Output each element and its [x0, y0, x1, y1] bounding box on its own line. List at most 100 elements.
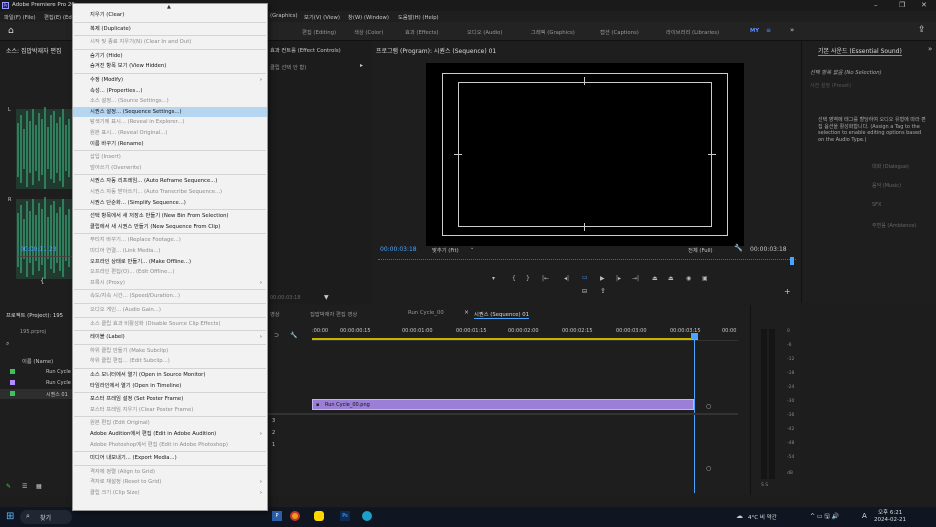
track-mute-icon[interactable]: 1 — [272, 442, 275, 448]
maximize-button[interactable]: ❐ — [899, 1, 905, 9]
work-area-bar[interactable] — [312, 338, 698, 340]
context-menu-item[interactable]: 타임라인에서 열기 (Open in Timeline) — [73, 381, 267, 391]
chrome-icon[interactable] — [290, 511, 300, 521]
effect-controls-title[interactable]: 효과 컨트롤 (Effect Controls) — [270, 46, 341, 54]
menu-edit[interactable]: 편집(E) (Ed — [44, 13, 72, 21]
essential-sound-title[interactable]: 기본 사운드 (Essential Sound) — [818, 46, 902, 56]
workspace-tab-effects[interactable]: 효과 (Effects) — [405, 28, 439, 36]
filter-icon[interactable]: ▼ — [324, 294, 329, 301]
comparison-view-button[interactable]: ▣ — [702, 275, 708, 282]
taskbar-app-icon[interactable]: P — [272, 511, 282, 521]
project-panel-title[interactable]: 프로젝트 (Project): 195 — [6, 311, 63, 319]
add-marker-button[interactable]: ▾ — [492, 275, 495, 282]
track-mute-icon[interactable]: 3 — [272, 418, 275, 424]
clock-time[interactable]: 오후 6:21 — [878, 508, 902, 516]
music-button[interactable]: 음악 (Music) — [872, 182, 901, 189]
kakaotalk-icon[interactable] — [314, 511, 324, 521]
track-divider[interactable] — [268, 413, 738, 415]
context-menu-item[interactable]: 미디어 내보내기... (Export Media...) — [73, 453, 267, 463]
meter-solo-buttons[interactable]: S S — [761, 483, 768, 488]
timeline-tab[interactable]: 영상 — [270, 310, 280, 318]
system-tray-icons[interactable]: ^ ▭ 🖫 🔊 — [810, 512, 839, 522]
mark-in-button[interactable]: { — [512, 275, 516, 282]
export-frame-icon[interactable]: ⇪ — [600, 287, 606, 295]
step-forward-button[interactable]: |▸ — [616, 275, 621, 282]
project-column-name[interactable]: 이름 (Name) — [22, 357, 53, 365]
project-item[interactable]: Run Cycle — [0, 378, 72, 388]
home-icon[interactable]: ⌂ — [8, 26, 14, 36]
context-menu-item[interactable]: 지우기 (Clear) — [73, 10, 267, 20]
context-menu-item[interactable]: Adobe Audition에서 편집 (Edit in Adobe Audit… — [73, 429, 267, 439]
workspace-tab-audio[interactable]: 오디오 (Audio) — [467, 28, 503, 36]
extract-button[interactable]: ⏏ — [668, 275, 674, 282]
safe-margins-button[interactable]: ▭ — [582, 274, 588, 281]
sfx-button[interactable]: SFX — [872, 202, 881, 208]
menu-graphics[interactable]: (Graphics) — [270, 13, 298, 19]
playhead-handle[interactable] — [691, 333, 698, 339]
weather-icon[interactable]: ☁ — [736, 512, 743, 520]
add-button[interactable]: + — [784, 287, 791, 296]
edge-icon[interactable] — [362, 511, 372, 521]
context-menu-item[interactable]: 시퀀스 자동 리프레임... (Auto Reframe Sequence...… — [73, 176, 267, 186]
timeline-ruler[interactable]: :00:00 00:00:00:15 00:00:01:00 00:00:01:… — [312, 325, 738, 341]
track-mute-icon[interactable]: 2 — [272, 430, 275, 436]
start-button[interactable]: ⊞ — [6, 511, 14, 522]
export-frame-button[interactable]: ◉ — [686, 275, 691, 282]
program-fit-chevron-icon[interactable]: ⌄ — [470, 245, 474, 251]
context-menu-item[interactable]: 속성... (Properties...) — [73, 86, 267, 96]
timeline-tab[interactable]: Run Cycle_00 — [408, 310, 444, 316]
workspace-tab-captions[interactable]: 캡션 (Captions) — [600, 28, 639, 36]
list-view-icon[interactable]: ☰ — [22, 483, 27, 490]
context-menu-item[interactable]: 숨겨진 항목 보기 (View Hidden) — [73, 61, 267, 71]
workspace-tab-libraries[interactable]: 라이브러리 (Libraries) — [666, 28, 719, 36]
settings-wrench-icon[interactable]: 🔧 — [290, 332, 297, 339]
track-zoom-handle[interactable]: ○ — [706, 403, 711, 410]
menu-help[interactable]: 도움말(H) (Help) — [398, 13, 439, 21]
context-menu-item[interactable]: 클립에서 새 시퀀스 만들기 (New Sequence From Clip) — [73, 222, 267, 232]
menu-view[interactable]: 보기(V) (View) — [304, 13, 340, 21]
workspace-tab-my[interactable]: MY — [750, 28, 759, 34]
clock-date[interactable]: 2024-02-21 — [874, 517, 906, 523]
step-back-button[interactable]: ◂| — [564, 275, 569, 282]
program-panel-title[interactable]: 프로그램 (Program): 시퀀스 (Sequence) 01 — [376, 46, 496, 55]
lift-button[interactable]: ⏏ — [652, 275, 658, 282]
workspace-menu-icon[interactable]: ≡ — [766, 27, 771, 34]
minimize-button[interactable]: – — [874, 1, 878, 9]
timeline-tab[interactable]: 집밥박재자 편집 영상 — [310, 310, 357, 318]
icon-view-icon[interactable]: ▦ — [36, 483, 42, 490]
project-search-icon[interactable]: ⌕ — [6, 340, 9, 348]
wrench-icon[interactable]: 🔧 — [734, 244, 743, 252]
program-fit-dropdown[interactable]: 맞추기 (Fit) — [432, 246, 459, 254]
context-menu-item[interactable]: 이름 바꾸기 (Rename) — [73, 139, 267, 149]
project-item[interactable]: Run Cycle — [0, 367, 72, 377]
source-panel-title[interactable]: 소스: 집밥박재자 편집 — [6, 46, 62, 55]
video-clip[interactable]: ▪ Run Cycle_00.png — [312, 399, 694, 410]
mark-out-button[interactable]: } — [526, 275, 530, 282]
context-menu-item[interactable]: 선택 항목에서 새 저장소 만들기 (New Bin From Selectio… — [73, 211, 267, 221]
linked-selection-icon[interactable]: ⊃ — [274, 332, 279, 339]
context-menu-item[interactable]: 숨기기 (Hide) — [73, 51, 267, 61]
go-to-out-button[interactable]: →| — [632, 275, 639, 282]
workspace-tab-graphics[interactable]: 그래픽 (Graphics) — [531, 28, 575, 36]
preset-dropdown[interactable]: 사전 설정 (Preset) — [810, 82, 851, 89]
ambience-button[interactable]: 주변음 (Ambience) — [872, 222, 916, 229]
ime-indicator[interactable]: A — [862, 512, 867, 520]
close-button[interactable]: ✕ — [921, 1, 927, 9]
program-playhead[interactable] — [790, 257, 794, 265]
taskbar-search-box[interactable]: ⌕ 찾기 — [20, 510, 72, 524]
timeline-tab-active[interactable]: 시퀀스 (Sequence) 01 — [474, 310, 529, 319]
context-menu-item[interactable]: 레이블 (Label) › — [73, 332, 267, 342]
essential-sound-more-icon[interactable]: » — [928, 45, 932, 53]
project-item[interactable]: 시퀀스 01 — [0, 389, 72, 399]
menu-file[interactable]: 파일(F) (File) — [4, 13, 36, 21]
program-resolution-dropdown[interactable]: 전체 (Full) — [688, 246, 713, 254]
context-menu-item[interactable]: 수정 (Modify) › — [73, 75, 267, 85]
context-menu-item[interactable]: 포스터 프레임 설정 (Set Poster Frame) — [73, 394, 267, 404]
context-menu-item[interactable]: 오프라인 상태로 만들기... (Make Offline...) — [73, 257, 267, 267]
source-scrubber[interactable] — [18, 256, 72, 266]
workspace-tab-color[interactable]: 색상 (Color) — [354, 28, 383, 36]
pencil-icon[interactable]: ✎ — [6, 483, 11, 490]
share-icon[interactable]: ⇪ — [918, 25, 926, 35]
dialogue-button[interactable]: 대화 (Dialogue) — [872, 163, 909, 170]
program-video-frame[interactable] — [426, 63, 744, 246]
